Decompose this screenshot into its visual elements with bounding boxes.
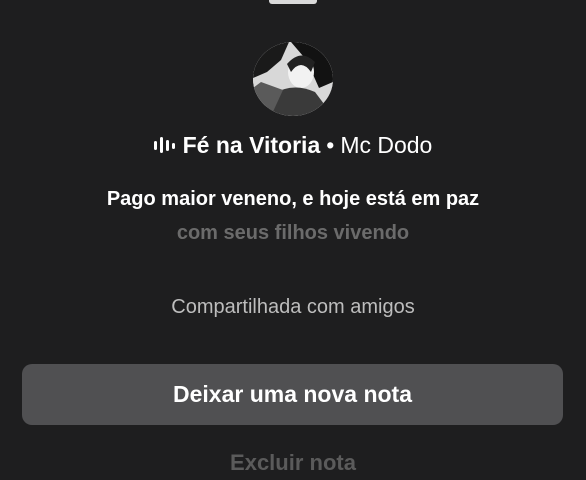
song-info[interactable]: Fé na Vitoria • Mc Dodo — [0, 128, 586, 162]
avatar-photo — [253, 42, 333, 116]
delete-note-button[interactable]: Excluir nota — [0, 450, 586, 476]
sheet-grabber-handle[interactable] — [269, 0, 317, 4]
avatar[interactable] — [253, 42, 333, 116]
note-sheet: Fé na Vitoria • Mc Dodo Pago maior venen… — [0, 0, 586, 480]
lyric-current-line: Pago maior veneno, e hoje está em paz — [106, 188, 480, 210]
new-note-button[interactable]: Deixar uma nova nota — [22, 364, 563, 425]
lyric-next-line: com seus filhos vivendo — [176, 222, 410, 244]
artist-name: Mc Dodo — [340, 131, 433, 158]
song-title: Fé na Vitoria — [182, 131, 321, 158]
audio-bars-icon — [153, 137, 175, 153]
visibility-label: Compartilhada com amigos — [171, 296, 415, 318]
separator-dot: • — [326, 131, 335, 158]
